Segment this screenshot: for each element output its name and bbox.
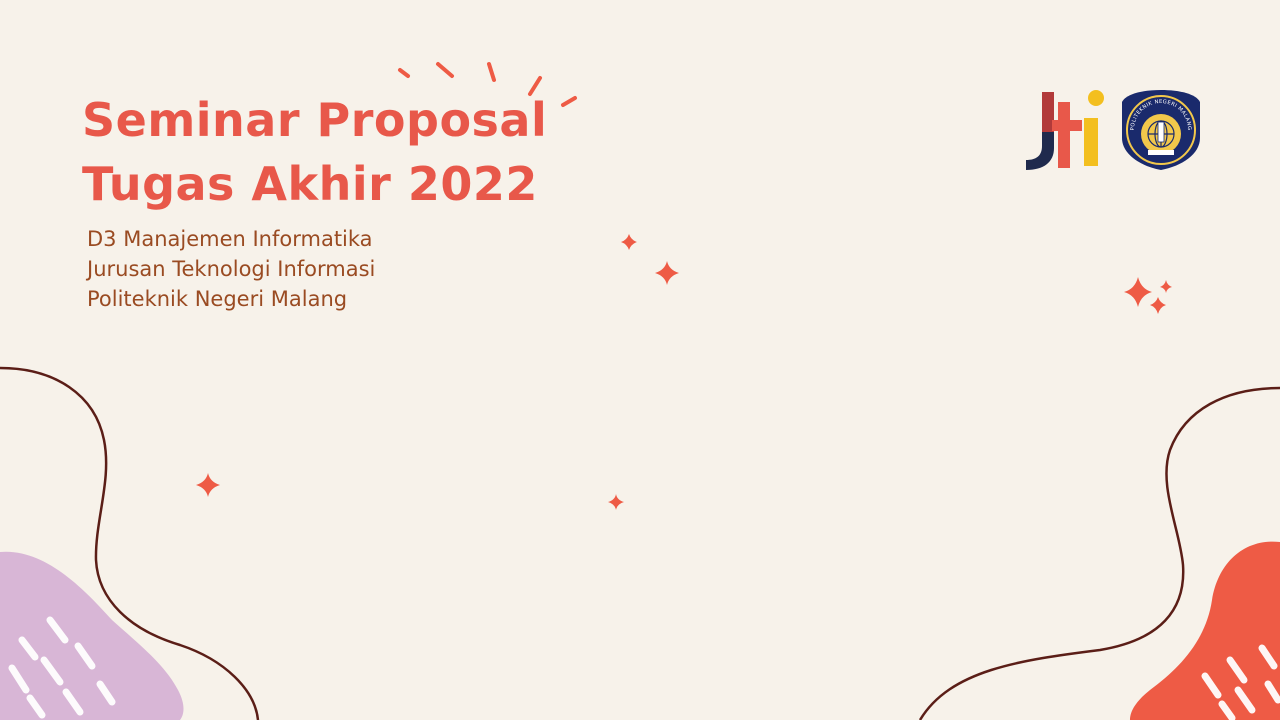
slide-subtitle: D3 Manajemen Informatika Jurusan Teknolo… [87,224,375,314]
sparkle-icon [196,473,220,497]
jti-logo [1026,90,1104,170]
slide-title: Seminar Proposal Tugas Akhir 2022 [82,88,547,216]
title-line-2: Tugas Akhir 2022 [82,157,538,211]
title-line-1: Seminar Proposal [82,93,548,147]
sparkle-icon [608,494,624,510]
subtitle-program: D3 Manajemen Informatika [87,227,373,251]
subtitle-institution: Politeknik Negeri Malang [87,287,348,311]
sparkle-icon [621,234,637,250]
sparkle-icon [655,261,679,285]
sparkle-icon [1150,297,1166,314]
sparkle-icon [1160,280,1172,293]
polinema-seal: POLITEKNIK NEGERI MALANG [1122,90,1200,170]
subtitle-department: Jurusan Teknologi Informasi [87,257,376,281]
title-slide: Seminar Proposal Tugas Akhir 2022 D3 Man… [0,0,1280,720]
sparkle-icon [1124,277,1152,307]
